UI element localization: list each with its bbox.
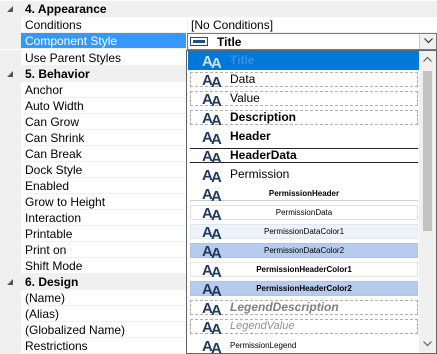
- style-item-data[interactable]: AA Data: [188, 70, 419, 89]
- category-label: 5. Behavior: [25, 67, 90, 81]
- style-item-legendvalue[interactable]: AA LegendValue: [188, 317, 419, 336]
- property-name: Shift Mode: [21, 258, 186, 274]
- style-item-label: PermissionLegend: [230, 341, 297, 350]
- style-aa-icon: AA: [202, 72, 222, 89]
- style-aa-icon: AA: [202, 91, 222, 108]
- property-name: Can Grow: [21, 114, 186, 130]
- component-style-editor[interactable]: Title: [187, 33, 437, 50]
- style-item-permissiondatacolor1[interactable]: AA PermissionDataColor1: [188, 222, 419, 241]
- style-item-title[interactable]: AA Title: [188, 51, 419, 70]
- svg-text:A: A: [211, 150, 222, 165]
- property-name: Interaction: [21, 210, 186, 226]
- style-aa-icon: AA: [202, 110, 222, 127]
- svg-text:A: A: [211, 321, 222, 336]
- property-name: Anchor: [21, 82, 186, 98]
- style-item-label: PermissionDataColor2: [263, 246, 345, 255]
- component-style-value: Title: [217, 35, 242, 49]
- arrow-up-icon: [423, 56, 432, 62]
- style-item-label: PermissionHeaderColor1: [256, 265, 352, 274]
- property-name: Auto Width: [21, 98, 186, 114]
- style-item-label: HeaderData: [230, 148, 297, 162]
- category-label: 4. Appearance: [25, 2, 107, 16]
- style-item-legenddescription[interactable]: AA LegendDescription: [188, 298, 419, 317]
- dropdown-button[interactable]: [419, 34, 436, 49]
- svg-text:A: A: [211, 74, 222, 89]
- style-item-description[interactable]: AA Description: [188, 108, 419, 127]
- scrollbar-thumb[interactable]: [423, 71, 432, 231]
- property-name: Grow to Height: [21, 194, 186, 210]
- svg-text:A: A: [211, 169, 222, 184]
- style-item-header[interactable]: AA Header: [188, 127, 419, 146]
- style-item-label: LegendValue: [230, 320, 295, 332]
- property-name: (Globalized Name): [21, 322, 186, 338]
- style-dropdown-list[interactable]: AA Title AA Data AA Value AA Description…: [186, 50, 437, 354]
- style-aa-icon: AA: [202, 53, 222, 70]
- style-item-label: PermissionHeaderColor2: [256, 284, 352, 293]
- style-item-label: PermissionHeader: [268, 189, 340, 198]
- chevron-down-icon: [424, 38, 433, 44]
- svg-text:A: A: [211, 112, 222, 127]
- svg-text:A: A: [211, 93, 222, 108]
- arrow-down-icon: [423, 341, 432, 347]
- property-name: Printable: [21, 226, 186, 242]
- style-item-headerdata[interactable]: AA HeaderData: [188, 146, 419, 165]
- style-aa-icon: AA: [202, 300, 222, 317]
- property-name: (Name): [21, 290, 186, 306]
- style-item-label: PermissionDataColor1: [263, 227, 345, 236]
- property-row-conditions[interactable]: Conditions [No Conditions]: [0, 17, 437, 33]
- category-label: 6. Design: [25, 275, 79, 289]
- property-name: Use Parent Styles: [21, 50, 186, 66]
- style-aa-icon: AA: [202, 338, 222, 354]
- style-item-permissiondatacolor2[interactable]: AA PermissionDataColor2: [188, 241, 419, 260]
- style-list: AA Title AA Data AA Value AA Description…: [187, 51, 420, 353]
- style-item-permissionlegend[interactable]: AA PermissionLegend: [188, 336, 419, 354]
- collapse-icon[interactable]: [5, 4, 15, 14]
- scroll-up-button[interactable]: [419, 51, 436, 68]
- style-item-permissionheader[interactable]: AA PermissionHeader: [188, 184, 419, 203]
- collapse-icon[interactable]: [5, 277, 15, 287]
- style-item-permissionheadercolor1[interactable]: AA PermissionHeaderColor1: [188, 260, 419, 279]
- property-name: (Alias): [21, 306, 186, 322]
- style-item-label: Permission: [230, 167, 290, 181]
- style-aa-icon: AA: [202, 319, 222, 336]
- style-icon: [190, 37, 208, 46]
- style-item-label: Value: [230, 91, 260, 105]
- property-name: Dock Style: [21, 162, 186, 178]
- property-name: Restrictions: [21, 338, 186, 354]
- style-item-label: Title: [230, 53, 255, 67]
- property-name: Component Style: [21, 33, 186, 49]
- style-item-label: Description: [230, 110, 297, 124]
- style-aa-icon: AA: [202, 148, 222, 165]
- svg-text:A: A: [211, 131, 222, 146]
- property-name: Enabled: [21, 178, 186, 194]
- style-item-value[interactable]: AA Value: [188, 89, 419, 108]
- style-item-label: LegendDescription: [230, 300, 339, 314]
- svg-text:A: A: [211, 55, 222, 70]
- style-item-label: Header: [230, 129, 271, 143]
- style-item-label: Data: [230, 72, 256, 86]
- property-name: Conditions: [21, 17, 186, 33]
- property-name: Can Shrink: [21, 130, 186, 146]
- style-item-permissionheadercolor2[interactable]: AA PermissionHeaderColor2: [188, 279, 419, 298]
- style-item-permission[interactable]: AA Permission: [188, 165, 419, 184]
- style-item-permissiondata[interactable]: AA PermissionData: [188, 203, 419, 222]
- vertical-scrollbar[interactable]: [419, 51, 436, 353]
- svg-text:A: A: [211, 302, 222, 317]
- property-value[interactable]: [No Conditions]: [187, 17, 437, 33]
- collapse-icon[interactable]: [5, 69, 15, 79]
- category-appearance[interactable]: 4. Appearance: [0, 1, 437, 17]
- style-aa-icon: AA: [202, 167, 222, 184]
- scroll-down-button[interactable]: [419, 336, 436, 353]
- style-aa-icon: AA: [202, 129, 222, 146]
- style-item-label: PermissionData: [275, 208, 333, 217]
- property-name: Can Break: [21, 146, 186, 162]
- property-name: Print on: [21, 242, 186, 258]
- svg-text:A: A: [211, 340, 222, 354]
